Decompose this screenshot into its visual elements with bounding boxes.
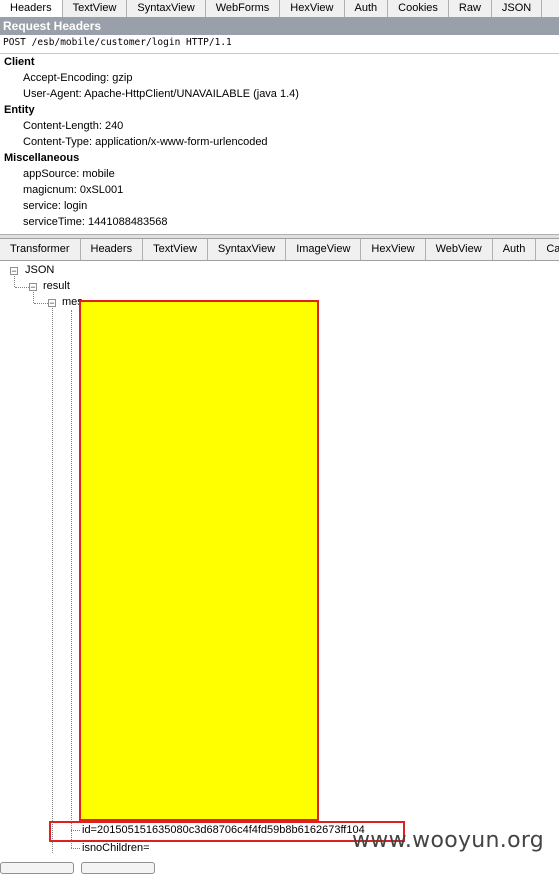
- tree-node-json[interactable]: JSON: [25, 264, 54, 276]
- tab-caching[interactable]: Cac: [536, 239, 559, 260]
- tab-headers[interactable]: Headers: [81, 239, 144, 260]
- response-inspector-tabs: Transformer Headers TextView SyntaxView …: [0, 238, 559, 261]
- redaction-box: [79, 300, 319, 821]
- tree-line: [71, 848, 80, 849]
- tab-textview[interactable]: TextView: [63, 0, 128, 17]
- tree-line: [15, 287, 29, 288]
- header-user-agent[interactable]: User-Agent: Apache-HttpClient/UNAVAILABL…: [23, 88, 299, 100]
- group-entity[interactable]: Entity: [4, 104, 35, 116]
- tree-node-result[interactable]: result: [43, 280, 70, 292]
- group-miscellaneous[interactable]: Miscellaneous: [4, 152, 79, 164]
- request-headers-title: Request Headers: [0, 18, 559, 35]
- tab-cookies[interactable]: Cookies: [388, 0, 449, 17]
- header-servicetime[interactable]: serviceTime: 1441088483568: [23, 216, 168, 228]
- tree-line: [33, 292, 34, 303]
- request-line: POST /esb/mobile/customer/login HTTP/1.1: [3, 37, 232, 48]
- tab-webview[interactable]: WebView: [426, 239, 493, 260]
- tree-line: [52, 308, 53, 853]
- tab-json[interactable]: JSON: [492, 0, 543, 17]
- header-accept-encoding[interactable]: Accept-Encoding: gzip: [23, 72, 132, 84]
- response-tab-bar: Headers TextView SyntaxView WebForms Hex…: [0, 0, 559, 18]
- tab-hexview[interactable]: HexView: [361, 239, 426, 260]
- bottom-buttons: [0, 862, 559, 874]
- collapse-toggle-icon[interactable]: −: [10, 267, 18, 276]
- header-magicnum[interactable]: magicnum: 0xSL001: [23, 184, 123, 196]
- tab-imageview[interactable]: ImageView: [286, 239, 362, 260]
- tab-textview[interactable]: TextView: [143, 239, 208, 260]
- tab-syntaxview[interactable]: SyntaxView: [127, 0, 206, 17]
- tab-hexview[interactable]: HexView: [280, 0, 345, 17]
- tab-syntaxview[interactable]: SyntaxView: [208, 239, 287, 260]
- header-content-length[interactable]: Content-Length: 240: [23, 120, 123, 132]
- tree-node-isnochildren[interactable]: isnoChildren=: [82, 842, 150, 854]
- group-client[interactable]: Client: [4, 56, 35, 68]
- collapse-toggle-icon[interactable]: −: [29, 283, 37, 292]
- watermark: www.wooyun.org: [352, 828, 545, 853]
- tab-transformer[interactable]: Transformer: [0, 239, 81, 260]
- tab-headers[interactable]: Headers: [0, 0, 63, 17]
- divider: [0, 53, 559, 54]
- bottom-button[interactable]: [81, 862, 155, 874]
- tab-auth[interactable]: Auth: [345, 0, 389, 17]
- tree-line: [71, 310, 72, 848]
- header-service[interactable]: service: login: [23, 200, 87, 212]
- header-appsource[interactable]: appSource: mobile: [23, 168, 115, 180]
- collapse-toggle-icon[interactable]: −: [48, 299, 56, 308]
- tab-webforms[interactable]: WebForms: [206, 0, 281, 17]
- tab-auth[interactable]: Auth: [493, 239, 537, 260]
- tree-line: [14, 276, 15, 287]
- tab-raw[interactable]: Raw: [449, 0, 492, 17]
- header-content-type[interactable]: Content-Type: application/x-www-form-url…: [23, 136, 268, 148]
- tree-line: [34, 303, 48, 304]
- bottom-button[interactable]: [0, 862, 74, 874]
